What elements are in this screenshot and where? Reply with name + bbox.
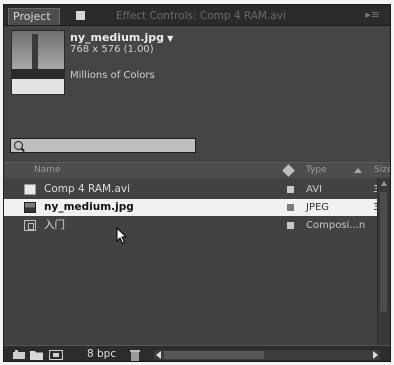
column-size-header[interactable]: Size xyxy=(374,163,390,178)
project-item-list: Comp 4 RAM.avi AVI 3 ny_medium.jpg JPEG … xyxy=(4,178,390,345)
scroll-up-arrow-icon[interactable] xyxy=(381,181,387,186)
footage-info-area: ny_medium.jpg ▼ 768 x 576 (1.00) Millions… xyxy=(4,26,390,161)
footage-thumbnail xyxy=(11,30,65,95)
item-name: 入门 xyxy=(44,219,65,231)
trash-icon[interactable] xyxy=(130,350,140,361)
footage-dimensions: 768 x 576 (1.00) xyxy=(70,44,154,55)
horizontal-scroll-thumb[interactable] xyxy=(164,351,264,359)
panel-lock-icon[interactable] xyxy=(76,11,85,20)
column-header: Name Type Size xyxy=(4,162,390,179)
list-item[interactable]: Comp 4 RAM.avi AVI 3 xyxy=(4,181,379,198)
label-color-swatch[interactable] xyxy=(287,222,294,229)
selected-file-name[interactable]: ny_medium.jpg ▼ xyxy=(70,31,173,44)
composition-icon xyxy=(24,220,36,231)
scroll-left-arrow-icon[interactable] xyxy=(156,351,161,359)
tab-project[interactable]: Project xyxy=(8,8,60,25)
item-name: Comp 4 RAM.avi xyxy=(44,183,131,195)
list-item-selected[interactable]: ny_medium.jpg JPEG 3 xyxy=(4,199,379,216)
search-input[interactable] xyxy=(10,138,196,153)
tab-effect-controls[interactable]: Effect Controls: Comp 4 RAM.avi xyxy=(116,9,286,23)
mouse-cursor-icon xyxy=(116,227,128,245)
project-panel: Project Effect Controls: Comp 4 RAM.avi … xyxy=(3,4,391,362)
label-tag-icon[interactable] xyxy=(282,164,295,177)
image-file-icon xyxy=(24,202,36,213)
selected-file-name-text: ny_medium.jpg xyxy=(70,31,165,44)
new-composition-icon[interactable] xyxy=(49,350,63,360)
item-name: ny_medium.jpg xyxy=(44,201,134,213)
column-name-header[interactable]: Name xyxy=(34,163,61,178)
scroll-thumb[interactable] xyxy=(380,192,387,312)
interpret-footage-icon[interactable] xyxy=(12,350,26,360)
item-type: Composi...n xyxy=(306,220,366,231)
item-type: JPEG xyxy=(306,202,330,213)
sort-ascending-icon[interactable] xyxy=(354,168,362,173)
dropdown-arrow-icon[interactable]: ▼ xyxy=(167,34,173,43)
panel-menu-icon[interactable]: ▸≡ xyxy=(365,9,380,21)
column-type-header[interactable]: Type xyxy=(306,163,327,178)
color-depth-button[interactable]: 8 bpc xyxy=(87,347,116,361)
item-type: AVI xyxy=(306,184,322,195)
horizontal-scrollbar[interactable] xyxy=(154,350,380,360)
avi-file-icon xyxy=(24,184,36,195)
label-color-swatch[interactable] xyxy=(287,186,294,193)
panel-footer: 8 bpc xyxy=(4,345,390,361)
footage-color-depth: Millions of Colors xyxy=(70,70,155,81)
search-icon xyxy=(14,141,23,150)
label-color-swatch[interactable] xyxy=(287,204,294,211)
scroll-right-arrow-icon[interactable] xyxy=(373,351,378,359)
vertical-scrollbar[interactable] xyxy=(377,178,390,345)
panel-tab-bar: Project Effect Controls: Comp 4 RAM.avi … xyxy=(4,5,390,26)
new-folder-icon[interactable] xyxy=(30,350,43,360)
list-item[interactable]: 入门 Composi...n xyxy=(4,217,377,234)
